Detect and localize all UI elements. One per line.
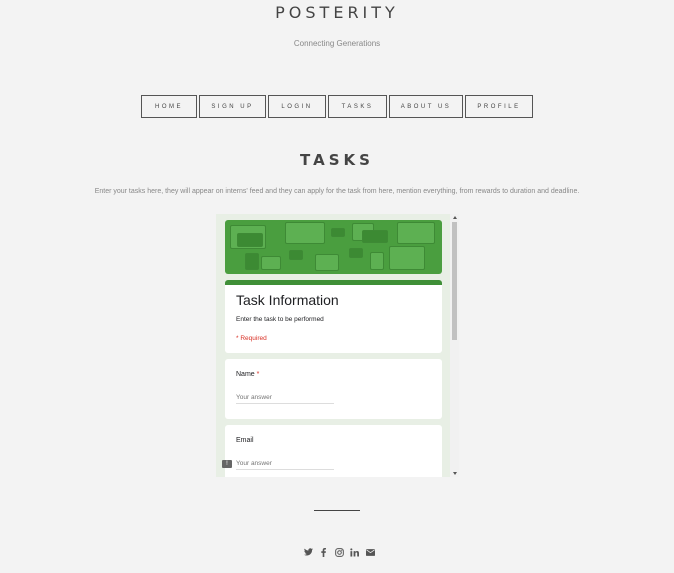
section-intro: Enter your tasks here, they will appear …: [94, 188, 580, 195]
scroll-down-arrow-icon[interactable]: [453, 472, 457, 475]
form-banner: [225, 220, 442, 274]
nav-home-button[interactable]: HOME: [141, 95, 197, 118]
scroll-thumb[interactable]: [452, 222, 457, 340]
nav-signup-button[interactable]: SIGN UP: [199, 95, 266, 118]
name-input[interactable]: [236, 392, 334, 404]
name-label: Name *: [236, 371, 259, 378]
form-title-card: Task Information Enter the task to be pe…: [225, 280, 442, 353]
question-card-name: Name *: [225, 359, 442, 419]
section-title: TASKS: [300, 151, 374, 169]
nav-profile-button[interactable]: PROFILE: [465, 95, 533, 118]
form-heading: Task Information: [236, 292, 339, 308]
nav-login-button[interactable]: LOGIN: [268, 95, 326, 118]
nav-about-button[interactable]: ABOUT US: [389, 95, 463, 118]
site-tagline: Connecting Generations: [293, 39, 381, 48]
email-icon[interactable]: [364, 546, 376, 558]
footer-divider: [314, 510, 360, 511]
required-note: * Required: [236, 335, 267, 342]
email-input[interactable]: [236, 458, 334, 470]
twitter-icon[interactable]: [302, 546, 314, 558]
email-label: Email: [236, 437, 254, 444]
feedback-icon[interactable]: !: [222, 460, 232, 468]
embedded-form[interactable]: Task Information Enter the task to be pe…: [216, 214, 459, 477]
scroll-up-arrow-icon[interactable]: [453, 216, 457, 219]
question-card-email: Email: [225, 425, 442, 477]
nav-tasks-button[interactable]: TASKS: [328, 95, 387, 118]
linkedin-icon[interactable]: [349, 546, 361, 558]
instagram-icon[interactable]: [333, 546, 345, 558]
site-title: POSTERITY: [275, 3, 399, 22]
facebook-icon[interactable]: [318, 546, 330, 558]
name-label-text: Name: [236, 371, 255, 378]
form-description: Enter the task to be performed: [236, 316, 324, 323]
main-nav: HOME SIGN UP LOGIN TASKS ABOUT US PROFIL…: [141, 95, 535, 118]
social-links: [302, 546, 380, 558]
required-star: *: [256, 371, 260, 378]
form-scrollbar[interactable]: [450, 214, 459, 477]
